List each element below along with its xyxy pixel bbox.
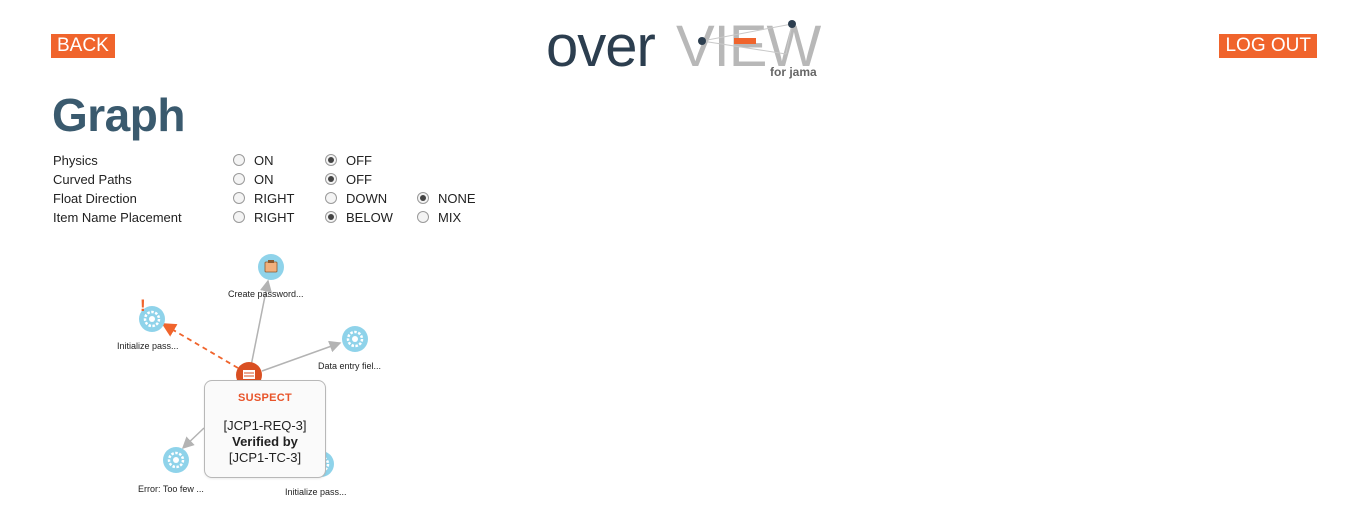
logo-subtitle: for jama bbox=[770, 65, 817, 79]
tooltip-source-id: [JCP1-REQ-3] bbox=[223, 418, 307, 433]
logo-text-over: over bbox=[546, 14, 656, 79]
edge-tooltip: SUSPECT [JCP1-REQ-3] Verified by [JCP1-T… bbox=[204, 380, 326, 478]
tooltip-relation: Verified by bbox=[232, 434, 298, 449]
node-create-password[interactable] bbox=[258, 254, 284, 280]
tooltip-status: SUSPECT bbox=[237, 392, 293, 404]
node-label-create-password: Create password... bbox=[228, 289, 304, 299]
node-data-entry[interactable] bbox=[342, 326, 368, 352]
overview-logo: over VIEW for jama bbox=[546, 14, 826, 84]
suspect-flag-icon: ! bbox=[140, 296, 146, 315]
node-label-initialize-pass: Initialize pass... bbox=[117, 341, 179, 351]
node-error-too-few[interactable] bbox=[163, 447, 189, 473]
edge-to-error[interactable] bbox=[181, 427, 205, 450]
node-label-initialize-pass-2: Initialize pass... bbox=[285, 487, 347, 497]
node-label-data-entry: Data entry fiel... bbox=[318, 361, 382, 371]
node-label-error: Error: Too few ... bbox=[138, 484, 204, 494]
tooltip-target-id: [JCP1-TC-3] bbox=[228, 450, 302, 465]
logout-button[interactable]: LOG OUT bbox=[1219, 34, 1317, 58]
